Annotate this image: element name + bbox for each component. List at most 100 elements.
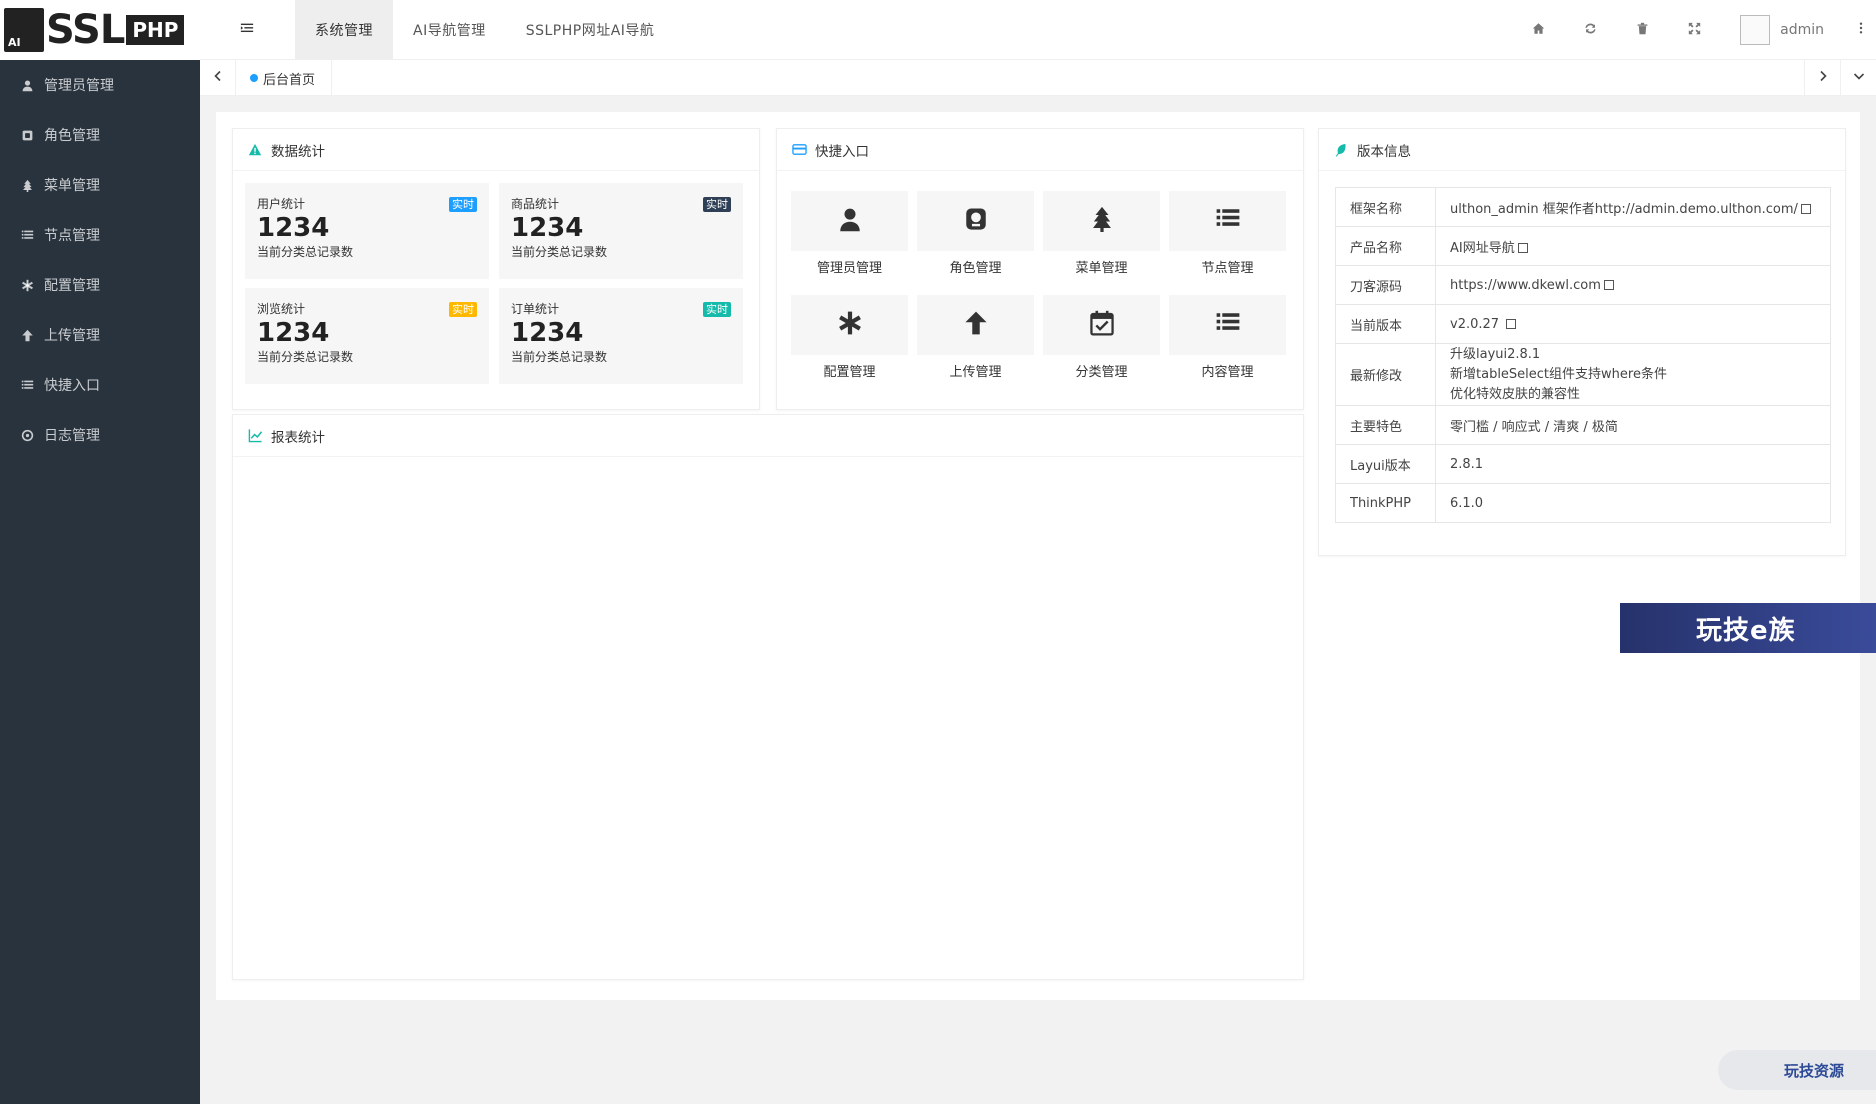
stat-box-users[interactable]: 用户统计 实时 1234 当前分类总记录数 [245,183,489,279]
quick-item-menu[interactable]: 菜单管理 [1043,191,1160,276]
quick-item-content[interactable]: 内容管理 [1169,295,1286,380]
avatar[interactable] [1740,15,1771,45]
fullscreen-button[interactable] [1668,0,1720,60]
nav-tab-sslphp-ai-nav[interactable]: SSLPHP网址AI导航 [506,0,675,60]
stat-box-orders[interactable]: 订单统计 实时 1234 当前分类总记录数 [499,288,743,384]
more-options-button[interactable] [1846,0,1876,60]
role-icon [963,206,989,236]
tabs-menu-button[interactable] [1840,60,1876,96]
version-title: 版本信息 [1357,143,1411,160]
stats-title: 数据统计 [271,143,325,160]
sidebar-item-label: 配置管理 [44,278,100,294]
stat-box-goods[interactable]: 商品统计 实时 1234 当前分类总记录数 [499,183,743,279]
changelog-line: 升级layui2.8.1 [1450,346,1541,362]
version-value: 6.1.0 [1435,483,1831,523]
tab-home[interactable]: 后台首页 [236,60,333,96]
user-icon [837,206,863,236]
top-header: 系统管理 AI导航管理 SSLPHP网址AI导航 admin [200,0,1876,60]
stat-desc: 当前分类总记录数 [257,245,354,259]
chevron-left-icon [212,70,224,86]
sidebar-item-label: 菜单管理 [44,178,100,194]
realtime-badge: 实时 [449,302,477,317]
stat-desc: 当前分类总记录数 [511,245,608,259]
quick-item-category[interactable]: 分类管理 [1043,295,1160,380]
quick-entry-title: 快捷入口 [815,143,869,160]
sidebar-item-quick[interactable]: 快捷入口 [0,360,200,410]
stat-title: 订单统计 [511,302,560,316]
version-value: 零门槛 / 响应式 / 清爽 / 极简 [1435,405,1831,445]
tabs-scroll-right-button[interactable] [1804,60,1840,96]
version-value-cell: ulthon_admin 框架作者http://admin.demo.ultho… [1435,187,1831,227]
report-card: 报表统计 [232,414,1304,980]
refresh-icon [1584,22,1597,39]
quick-item-role[interactable]: 角色管理 [917,191,1034,276]
logo-php-text: PHP [126,15,185,45]
logo[interactable]: AI SSL PHP [0,0,200,60]
copy-icon[interactable] [1517,242,1528,253]
version-key: 当前版本 [1335,304,1436,344]
sidebar-item-label: 角色管理 [44,128,100,144]
copy-icon[interactable] [1506,318,1517,329]
stat-desc: 当前分类总记录数 [257,350,354,364]
page-tabs-bar: 后台首页 [200,60,1876,96]
clear-cache-button[interactable] [1616,0,1668,60]
trash-icon [1636,22,1649,39]
sidebar-item-upload[interactable]: 上传管理 [0,310,200,360]
quick-item-label: 管理员管理 [816,261,882,276]
chevron-right-icon [1817,70,1829,86]
list-icon [1215,310,1241,340]
stat-box-views[interactable]: 浏览统计 实时 1234 当前分类总记录数 [245,288,489,384]
refresh-button[interactable] [1564,0,1616,60]
copy-icon[interactable] [1800,203,1811,214]
leaf-icon [1333,142,1349,158]
sidebar-item-menu[interactable]: 菜单管理 [0,160,200,210]
quick-item-admin[interactable]: 管理员管理 [791,191,908,276]
quick-entry-header: 快捷入口 [777,129,1303,171]
sidebar-item-role[interactable]: 角色管理 [0,110,200,160]
report-card-header: 报表统计 [233,415,1303,457]
warning-icon [247,142,263,158]
tree-icon [1089,206,1115,236]
logo-ssl-text: SSL [46,7,125,53]
sidebar-item-node[interactable]: 节点管理 [0,210,200,260]
table-row: ThinkPHP 6.1.0 [1335,483,1831,523]
copy-icon[interactable] [1603,279,1614,290]
table-row: 产品名称 AI网址导航 [1335,226,1831,266]
tabs-scroll-left-button[interactable] [200,60,236,96]
version-value: v2.0.27 [1450,316,1500,332]
quick-item-upload[interactable]: 上传管理 [917,295,1034,380]
role-icon [20,128,34,142]
sidebar-item-label: 日志管理 [44,428,100,444]
nav-tab-system[interactable]: 系统管理 [295,0,393,60]
changelog-line: 新增tableSelect组件支持where条件 [1450,366,1667,382]
admin-username[interactable]: admin [1780,22,1824,38]
quick-item-label: 配置管理 [823,365,876,380]
stat-desc: 当前分类总记录数 [511,350,608,364]
top-nav: 系统管理 AI导航管理 SSLPHP网址AI导航 [295,0,674,60]
sidebar-item-log[interactable]: 日志管理 [0,410,200,460]
arrow-up-icon [963,310,989,340]
version-value-cell: https://www.dkewl.com [1435,265,1831,305]
log-icon [20,428,34,442]
quick-item-node[interactable]: 节点管理 [1169,191,1286,276]
list-icon [20,378,34,392]
version-value: AI网址导航 [1450,240,1515,256]
sidebar-item-admin[interactable]: 管理员管理 [0,60,200,110]
quick-item-config[interactable]: 配置管理 [791,295,908,380]
table-row: 当前版本 v2.0.27 [1335,304,1831,344]
sidebar-item-label: 节点管理 [44,228,100,244]
home-icon [1532,22,1545,39]
changelog-line: 优化特效皮肤的兼容性 [1450,386,1581,402]
home-button[interactable] [1512,0,1564,60]
nav-tab-ai-nav[interactable]: AI导航管理 [393,0,506,60]
quick-item-label: 角色管理 [949,261,1002,276]
sidebar-item-label: 管理员管理 [44,78,114,94]
logo-ai-text: AI [8,36,21,49]
asterisk-icon [20,278,34,292]
sidebar-toggle-button[interactable] [200,0,294,60]
sidebar-item-config[interactable]: 配置管理 [0,260,200,310]
table-row: 框架名称 ulthon_admin 框架作者http://admin.demo.… [1335,187,1831,227]
quick-item-label: 菜单管理 [1075,261,1128,276]
sidebar-item-label: 上传管理 [44,328,100,344]
tab-home-label: 后台首页 [263,72,316,88]
